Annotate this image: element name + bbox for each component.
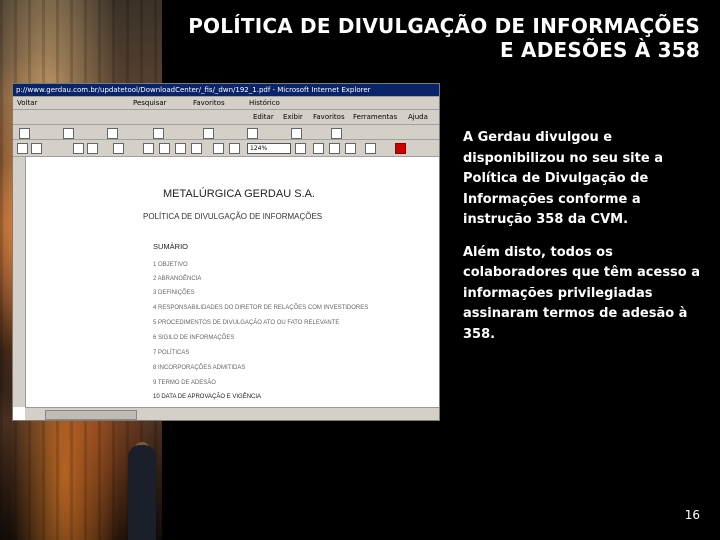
browser-screenshot: p://www.gerdau.com.br/updatetool/Downloa… <box>12 83 440 421</box>
zoom-out-icon[interactable] <box>213 143 224 154</box>
browser-links-bar <box>13 125 439 140</box>
zoom-level-field[interactable]: 124% <box>247 143 291 154</box>
info-paragraph-2: Além disto, todos os colaboradores que t… <box>463 244 701 342</box>
summary-item: 9 TERMO DE ADESÃO <box>153 380 216 386</box>
scrollbar-thumb[interactable] <box>45 410 137 420</box>
browser-toolbar: Voltar Pesquisar Favoritos Histórico <box>13 97 439 110</box>
menu-favorites[interactable]: Favoritos <box>313 113 345 121</box>
link-icon[interactable] <box>63 128 74 139</box>
document-subheading: POLÍTICA DE DIVULGAÇÃO DE INFORMAÇÕES <box>143 212 323 221</box>
horizontal-scrollbar[interactable] <box>25 407 439 420</box>
menu-view[interactable]: Exibir <box>283 113 303 121</box>
summary-item: 8 INCORPORAÇÕES ADMITIDAS <box>153 365 246 371</box>
summary-item: 1 OBJETIVO <box>153 262 188 268</box>
print-icon[interactable] <box>31 143 42 154</box>
link-icon[interactable] <box>203 128 214 139</box>
save-icon[interactable] <box>17 143 28 154</box>
title-line-2: E ADESÕES À 358 <box>500 38 700 62</box>
back-button[interactable]: Voltar <box>17 99 37 107</box>
info-paragraph-1: A Gerdau divulgou e disponibilizou no se… <box>463 130 663 227</box>
link-icon[interactable] <box>247 128 258 139</box>
page-number: 16 <box>684 508 700 522</box>
next-page-icon[interactable] <box>175 143 186 154</box>
summary-item: 3 DEFINIÇÕES <box>153 290 195 296</box>
history-button[interactable]: Histórico <box>249 99 280 107</box>
link-icon[interactable] <box>291 128 302 139</box>
search-button[interactable]: Pesquisar <box>133 99 167 107</box>
menu-help[interactable]: Ajuda <box>408 113 428 121</box>
browser-title-bar: p://www.gerdau.com.br/updatetool/Downloa… <box>13 84 439 97</box>
adobe-icon[interactable] <box>395 143 406 154</box>
summary-item: 10 DATA DE APROVAÇÃO E VIGÊNCIA <box>153 394 262 400</box>
document-heading: METALÚRGICA GERDAU S.A. <box>163 188 315 200</box>
select-text-icon[interactable] <box>113 143 124 154</box>
slide-title: POLÍTICA DE DIVULGAÇÃO DE INFORMAÇÕES E … <box>160 14 700 62</box>
link-icon[interactable] <box>153 128 164 139</box>
summary-item: 4 RESPONSABILIDADES DO DIRETOR DE RELAÇÕ… <box>153 305 369 311</box>
summary-item: 2 ABRANGÊNCIA <box>153 276 202 282</box>
previous-page-icon[interactable] <box>159 143 170 154</box>
pdf-toolbar: 124% <box>13 140 439 157</box>
menu-tools[interactable]: Ferramentas <box>353 113 397 121</box>
browser-menu-bar: Editar Exibir Favoritos Ferramentas Ajud… <box>13 110 439 125</box>
last-page-icon[interactable] <box>191 143 202 154</box>
fit-page-icon[interactable] <box>313 143 324 154</box>
summary-item: 6 SIGILO DE INFORMAÇÕES <box>153 335 235 341</box>
link-icon[interactable] <box>19 128 30 139</box>
dropdown-icon[interactable] <box>295 143 306 154</box>
summary-title: SUMÁRIO <box>153 242 189 251</box>
browser-address: p://www.gerdau.com.br/updatetool/Downloa… <box>16 86 371 94</box>
worker-figure <box>128 445 156 540</box>
link-icon[interactable] <box>331 128 342 139</box>
zoom-tool-icon[interactable] <box>87 143 98 154</box>
summary-item: 7 POLÍTICAS <box>153 350 190 356</box>
first-page-icon[interactable] <box>143 143 154 154</box>
rotate-icon[interactable] <box>345 143 356 154</box>
menu-edit[interactable]: Editar <box>253 113 274 121</box>
favorites-button[interactable]: Favoritos <box>193 99 225 107</box>
find-icon[interactable] <box>365 143 376 154</box>
title-line-1: POLÍTICA DE DIVULGAÇÃO DE INFORMAÇÕES <box>188 14 700 38</box>
fit-width-icon[interactable] <box>329 143 340 154</box>
link-icon[interactable] <box>107 128 118 139</box>
summary-item: 5 PROCEDIMENTOS DE DIVULGAÇÃO ATO OU FAT… <box>153 320 340 326</box>
zoom-in-icon[interactable] <box>229 143 240 154</box>
bookmark-gutter[interactable] <box>13 157 26 407</box>
info-text: A Gerdau divulgou e disponibilizou no se… <box>463 128 703 345</box>
hand-tool-icon[interactable] <box>73 143 84 154</box>
